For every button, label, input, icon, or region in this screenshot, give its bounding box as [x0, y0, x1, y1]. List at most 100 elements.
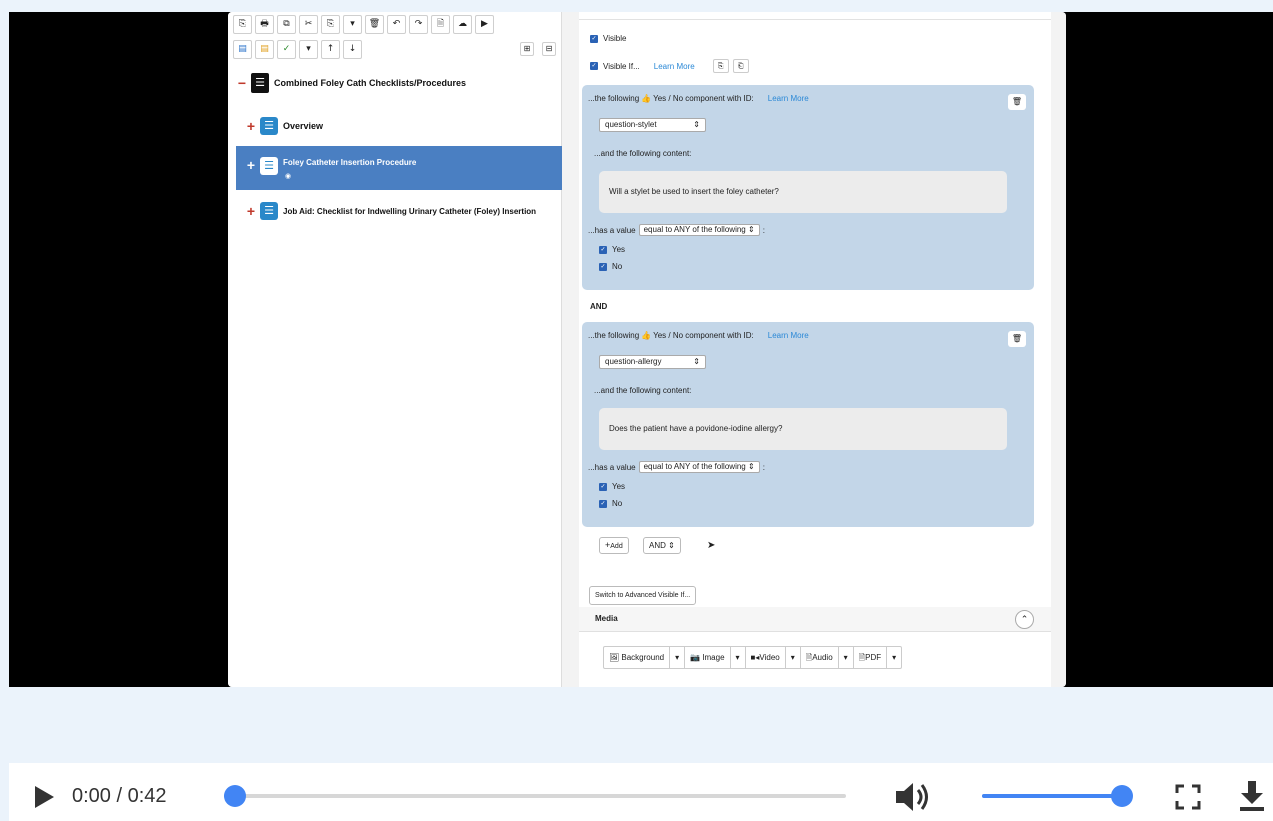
learn-more-link[interactable]: Learn More: [654, 62, 695, 71]
toolbar-button-5-icon[interactable]: ⎘: [321, 15, 340, 34]
component-id-value: question-stylet: [605, 120, 657, 129]
component-id-select[interactable]: question-stylet ⇕: [599, 118, 706, 132]
background-label: Background: [621, 653, 665, 662]
media-header: [579, 607, 1051, 632]
tree-root[interactable]: − ☰ Combined Foley Cath Checklists/Proce…: [236, 73, 466, 93]
yes-checkbox[interactable]: ✓: [599, 482, 607, 491]
has-value-row: ...has a value equal to ANY of the follo…: [588, 461, 765, 473]
tree-item-overview[interactable]: + ☰ Overview: [245, 117, 323, 135]
image-dropdown-icon[interactable]: ▾: [731, 647, 746, 668]
audio-dropdown-icon[interactable]: ▾: [839, 647, 854, 668]
collapse-icon[interactable]: −: [236, 75, 248, 91]
delete-condition-icon[interactable]: 🗑: [1008, 331, 1026, 347]
condition-intro: ...the following 👍 Yes / No component wi…: [588, 331, 809, 340]
volume-track[interactable]: [982, 785, 1133, 807]
has-value-row: ...has a value equal to ANY of the follo…: [588, 224, 765, 236]
option-label: No: [612, 262, 623, 271]
option-no[interactable]: ✓ No: [599, 499, 622, 508]
toolbar2-button-6-icon[interactable]: ↓: [343, 40, 362, 59]
option-label: Yes: [612, 245, 626, 254]
condition-intro: ...the following 👍 Yes / No component wi…: [588, 94, 809, 103]
option-yes[interactable]: ✓ Yes: [599, 482, 625, 491]
learn-more-link[interactable]: Learn More: [768, 331, 809, 340]
play-icon[interactable]: [33, 784, 55, 810]
toolbar-button-7-icon[interactable]: 🗑: [365, 15, 384, 34]
fullscreen-icon[interactable]: [1174, 783, 1202, 811]
option-label: Yes: [612, 482, 626, 491]
tree-item-label: Overview: [283, 121, 324, 131]
volume-handle[interactable]: [1111, 785, 1133, 807]
component-id-select[interactable]: question-allergy ⇕: [599, 355, 706, 369]
and-select-value: AND: [649, 541, 666, 550]
tree-item-job-aid[interactable]: + ☰ Job Aid: Checklist for Indwelling Ur…: [245, 202, 536, 220]
toolbar-button-8-icon[interactable]: ↶: [387, 15, 406, 34]
add-condition-button[interactable]: +Add: [599, 537, 629, 554]
no-checkbox[interactable]: ✓: [599, 499, 607, 508]
toolbar-button-12-icon[interactable]: ▶: [475, 15, 494, 34]
visible-checkbox[interactable]: ✓: [590, 34, 598, 43]
thumbs-up-icon: 👍: [641, 94, 652, 103]
image-button[interactable]: 📷 Image: [685, 647, 731, 668]
visible-label: Visible: [603, 34, 627, 43]
visible-row[interactable]: ✓ Visible: [590, 34, 626, 43]
and-or-select[interactable]: AND ⇕: [643, 537, 681, 554]
audio-button[interactable]: 🗎Audio: [801, 647, 839, 668]
content-box: Will a stylet be used to insert the fole…: [599, 171, 1007, 213]
option-yes[interactable]: ✓ Yes: [599, 245, 625, 254]
video-button[interactable]: ■◂Video: [746, 647, 786, 668]
has-value-label: ...has a value: [588, 462, 636, 472]
toolbar2-button-3-icon[interactable]: ✓: [277, 40, 296, 59]
toolbar2-button-1-icon[interactable]: ▤: [233, 40, 252, 59]
toolbar2-button-5-icon[interactable]: ↑: [321, 40, 340, 59]
toolbar-button-6-icon[interactable]: ▾: [343, 15, 362, 34]
value-select[interactable]: equal to ANY of the following ⇕: [638, 224, 760, 236]
download-icon[interactable]: [1237, 779, 1267, 813]
yes-checkbox[interactable]: ✓: [599, 245, 607, 254]
toolbar-button-9-icon[interactable]: ↷: [409, 15, 428, 34]
value-select-text: equal to ANY of the following: [643, 462, 746, 471]
pdf-button[interactable]: 🗎PDF: [854, 647, 888, 668]
switch-advanced-button[interactable]: Switch to Advanced Visible If...: [589, 586, 697, 605]
tree-panel: ⎘ 🖶 ⧉ ✂ ⎘ ▾ 🗑 ↶ ↷ 🗎 ☁ ▶ ▤ ▤ ✓ ▾ ↑ ↓ ⊞ ⊟ − ☰ Combined Fol…: [228, 12, 562, 687]
volume-icon[interactable]: [894, 780, 936, 814]
progress-track[interactable]: [224, 785, 846, 807]
list-icon: ☰: [260, 117, 278, 135]
tree-item-foley-insertion[interactable]: + ☰ Foley Catheter Insertion Procedure: [245, 157, 416, 175]
option-no[interactable]: ✓ No: [599, 262, 622, 271]
expand-icon[interactable]: +: [245, 157, 257, 173]
audio-label: Audio: [812, 653, 833, 662]
toolbar-button-11-icon[interactable]: ☁: [453, 15, 472, 34]
content-box: Does the patient have a povidone-iodine …: [599, 408, 1007, 450]
background-dropdown-icon[interactable]: ▾: [670, 647, 686, 668]
video-dropdown-icon[interactable]: ▾: [786, 647, 801, 668]
copy-icon[interactable]: ⎘: [712, 59, 729, 73]
toolbar-button-4-icon[interactable]: ✂: [299, 15, 318, 34]
progress-handle[interactable]: [224, 785, 246, 807]
expand-all-icon[interactable]: ⊞: [520, 42, 534, 56]
media-label: Media: [595, 614, 618, 623]
paste-icon[interactable]: ⎗: [732, 59, 749, 73]
collapse-all-icon[interactable]: ⊟: [542, 42, 556, 56]
collapse-chevron-icon[interactable]: ⌃: [1015, 610, 1034, 629]
no-checkbox[interactable]: ✓: [599, 262, 607, 271]
pdf-dropdown-icon[interactable]: ▾: [887, 647, 901, 668]
toolbar2-button-4-icon[interactable]: ▾: [299, 40, 318, 59]
toolbar-button-10-icon[interactable]: 🗎: [431, 15, 450, 34]
learn-more-link[interactable]: Learn More: [768, 94, 809, 103]
media-toolbar: 🖼 Background ▾ 📷 Image ▾ ■◂Video ▾ 🗎Audi…: [603, 646, 903, 669]
expand-icon[interactable]: +: [245, 203, 257, 219]
value-select[interactable]: equal to ANY of the following ⇕: [638, 461, 760, 473]
expand-icon[interactable]: +: [245, 118, 257, 134]
toolbar-button-3-icon[interactable]: ⧉: [277, 15, 296, 34]
list-icon: ☰: [260, 202, 278, 220]
intro-prefix: ...the following: [588, 94, 640, 103]
toolbar2-button-2-icon[interactable]: ▤: [255, 40, 274, 59]
toolbar-button-2-icon[interactable]: 🖶: [255, 15, 274, 34]
toolbar-row-1: ⎘ 🖶 ⧉ ✂ ⎘ ▾ 🗑 ↶ ↷ 🗎 ☁ ▶: [233, 15, 494, 34]
editor-app: ⎘ 🖶 ⧉ ✂ ⎘ ▾ 🗑 ↶ ↷ 🗎 ☁ ▶ ▤ ▤ ✓ ▾ ↑ ↓ ⊞ ⊟ − ☰ Combined Fol…: [228, 12, 1066, 687]
background-button[interactable]: 🖼 Background: [604, 647, 671, 668]
video-frame[interactable]: ⎘ 🖶 ⧉ ✂ ⎘ ▾ 🗑 ↶ ↷ 🗎 ☁ ▶ ▤ ▤ ✓ ▾ ↑ ↓ ⊞ ⊟ − ☰ Combined Fol…: [9, 12, 1273, 687]
visible-if-checkbox[interactable]: ✓: [590, 62, 598, 70]
delete-condition-icon[interactable]: 🗑: [1008, 94, 1026, 110]
toolbar-button-1-icon[interactable]: ⎘: [233, 15, 252, 34]
